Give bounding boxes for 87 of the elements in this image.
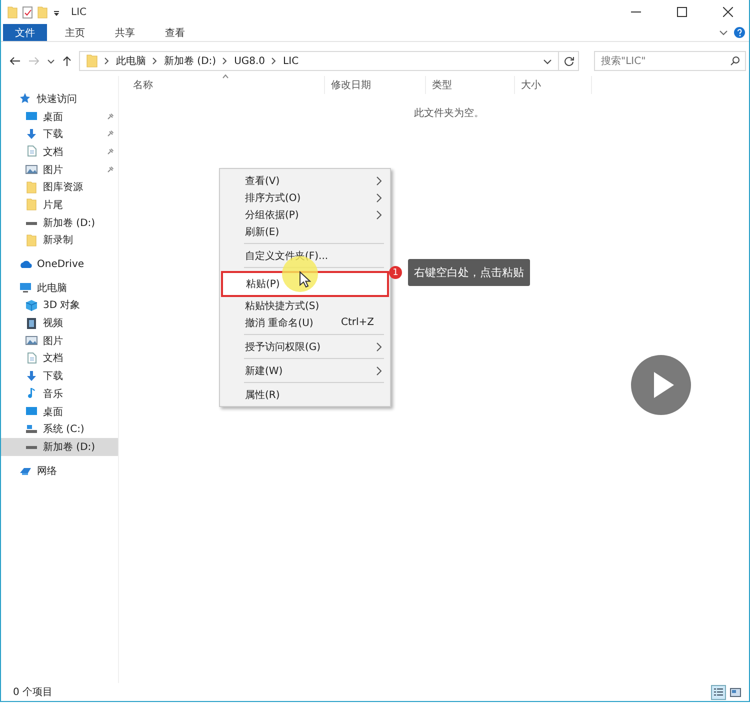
sidebar-item[interactable]: 网络 bbox=[1, 462, 118, 480]
details-view-icon[interactable] bbox=[711, 684, 726, 700]
folder-icon bbox=[25, 198, 38, 212]
menu-item[interactable]: 粘贴快捷方式(S) bbox=[220, 297, 390, 314]
music-note-icon bbox=[25, 387, 38, 400]
breadcrumb-item[interactable]: 新加卷 (D:) bbox=[164, 54, 216, 68]
sidebar-item[interactable]: 文档 bbox=[1, 350, 118, 368]
sidebar-item[interactable]: 桌面 bbox=[1, 402, 118, 420]
menu-item[interactable]: 授予访问权限(G) bbox=[220, 338, 390, 355]
refresh-icon[interactable] bbox=[564, 56, 574, 66]
window-title: LIC bbox=[71, 6, 87, 18]
menu-item[interactable]: 排序方式(O) bbox=[220, 189, 390, 206]
cube-icon bbox=[25, 298, 38, 312]
up-arrow-icon[interactable] bbox=[62, 55, 72, 67]
column-header[interactable]: 名称 bbox=[133, 76, 325, 94]
item-count: 0 个项目 bbox=[13, 686, 53, 699]
star-icon bbox=[19, 92, 32, 106]
column-header[interactable]: 修改日期 bbox=[325, 76, 426, 94]
play-button-icon[interactable] bbox=[631, 355, 691, 415]
chevron-down-icon[interactable] bbox=[719, 28, 728, 37]
document-icon bbox=[25, 352, 38, 365]
sidebar-item[interactable]: 音乐 bbox=[1, 385, 118, 403]
maximize-icon[interactable] bbox=[677, 7, 687, 17]
down-arrow-icon bbox=[25, 128, 38, 141]
folder-icon bbox=[25, 234, 38, 247]
document-icon bbox=[25, 145, 38, 158]
step-badge: 1 bbox=[389, 266, 402, 279]
sidebar-item[interactable]: 图库资源 bbox=[1, 178, 118, 196]
sidebar-item[interactable]: 图片 bbox=[1, 332, 118, 350]
properties-icon[interactable] bbox=[22, 6, 33, 18]
sidebar-item[interactable]: 片尾 bbox=[1, 196, 118, 214]
ribbon-tab[interactable]: 共享 bbox=[103, 24, 147, 41]
down-arrow-icon bbox=[25, 370, 38, 383]
drive-icon bbox=[25, 422, 38, 436]
sidebar-item[interactable]: 新加卷 (D:) bbox=[1, 214, 118, 232]
film-icon bbox=[25, 316, 38, 330]
sidebar-item[interactable]: 文档 bbox=[1, 143, 118, 161]
chevron-right-icon bbox=[376, 342, 382, 352]
menu-item[interactable]: 刷新(E) bbox=[220, 223, 390, 240]
sidebar-item[interactable]: 此电脑 bbox=[1, 278, 118, 297]
shortcut-text: Ctrl+Z bbox=[340, 317, 374, 328]
sidebar-item[interactable]: OneDrive bbox=[1, 255, 118, 273]
tooltip: 右键空白处，点击粘贴 bbox=[408, 259, 530, 286]
ribbon-tab[interactable]: 查看 bbox=[153, 24, 197, 41]
chevron-right-icon bbox=[271, 57, 278, 65]
column-header[interactable]: 大小 bbox=[515, 76, 592, 94]
sidebar-item[interactable]: 系统 (C:) bbox=[1, 420, 118, 438]
picture-icon bbox=[25, 163, 38, 176]
column-header[interactable]: 类型 bbox=[426, 76, 515, 94]
menu-item[interactable]: 属性(R) bbox=[220, 386, 390, 403]
chevron-right-icon bbox=[104, 57, 110, 65]
sidebar-item[interactable]: 图片 bbox=[1, 160, 118, 178]
sidebar-item[interactable]: 新录制 bbox=[1, 232, 118, 250]
ribbon-tab[interactable]: 主页 bbox=[53, 24, 97, 41]
menu-item[interactable]: 查看(V) bbox=[220, 172, 390, 189]
back-arrow-icon[interactable] bbox=[9, 56, 21, 66]
sort-caret-icon bbox=[222, 74, 229, 79]
breadcrumb-item[interactable]: 此电脑 bbox=[116, 54, 146, 68]
folder-icon bbox=[86, 54, 98, 68]
picture-icon bbox=[25, 334, 38, 348]
chevron-right-icon bbox=[152, 57, 158, 65]
menu-item[interactable]: 新建(W) bbox=[220, 362, 390, 379]
sidebar-item[interactable]: 下载 bbox=[1, 367, 118, 385]
sidebar-item[interactable]: 桌面 bbox=[1, 108, 118, 126]
menu-item[interactable]: 自定义文件夹(F)... bbox=[220, 247, 390, 264]
sidebar-item[interactable]: 新加卷 (D:) bbox=[1, 438, 118, 456]
breadcrumb-item[interactable]: UG8.0 bbox=[234, 56, 266, 66]
sidebar-item[interactable]: 下载 bbox=[1, 125, 118, 144]
menu-item[interactable]: 分组依据(P) bbox=[220, 206, 390, 223]
computer-icon bbox=[19, 281, 32, 294]
folder-icon bbox=[25, 180, 38, 194]
chevron-down-icon[interactable] bbox=[543, 56, 552, 66]
help-icon[interactable] bbox=[734, 27, 745, 38]
sidebar-item[interactable]: 3D 对象 bbox=[1, 296, 118, 314]
menu-item[interactable]: 撤消 重命名(U) Ctrl+Z bbox=[220, 314, 390, 331]
sidebar-item[interactable]: 视频 bbox=[1, 314, 118, 332]
search-field[interactable]: 搜索"LIC" bbox=[594, 51, 746, 71]
empty-folder-message: 此文件夹为空。 bbox=[413, 106, 485, 120]
chevron-right-icon bbox=[376, 366, 382, 376]
breadcrumb-item[interactable]: LIC bbox=[283, 56, 299, 66]
ribbon-tab[interactable]: 文件 bbox=[3, 24, 47, 41]
sidebar-item[interactable]: 快速访问 bbox=[1, 90, 118, 108]
close-icon[interactable] bbox=[723, 7, 733, 17]
chevron-right-icon bbox=[222, 57, 228, 65]
mouse-pointer-icon bbox=[299, 271, 311, 288]
address-bar[interactable]: 此电脑 新加卷 (D:) UG8.0 LIC bbox=[79, 51, 559, 71]
search-icon bbox=[730, 56, 740, 66]
